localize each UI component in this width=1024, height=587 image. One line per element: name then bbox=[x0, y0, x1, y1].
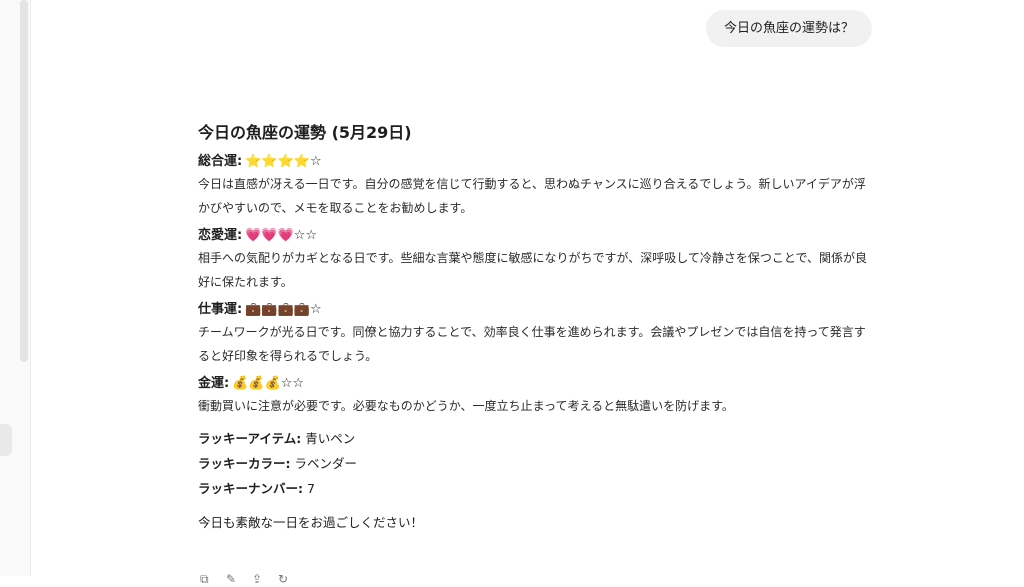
lucky-label: ラッキーナンバー: bbox=[198, 481, 303, 496]
sidebar bbox=[0, 0, 31, 576]
assistant-response: 今日の魚座の運勢 (5月29日) 総合運: ⭐⭐⭐⭐☆ 今日は直感が冴える一日です… bbox=[198, 121, 870, 535]
star-rating: ⭐⭐⭐⭐☆ bbox=[245, 154, 322, 169]
lucky-number: ラッキーナンバー: 7 bbox=[198, 476, 870, 501]
lucky-label: ラッキーアイテム: bbox=[198, 431, 302, 446]
fortune-section-overall: 総合運: ⭐⭐⭐⭐☆ 今日は直感が冴える一日です。自分の感覚を信じて行動すると、思… bbox=[198, 153, 870, 220]
lucky-value: 7 bbox=[303, 481, 315, 496]
section-label: 総合運: bbox=[198, 154, 243, 169]
sidebar-scrollbar[interactable] bbox=[20, 0, 28, 362]
section-label: 金運: bbox=[198, 376, 230, 391]
edit-icon[interactable]: ✎ bbox=[226, 572, 242, 586]
share-icon[interactable]: ⇪ bbox=[252, 572, 268, 586]
section-text: チームワークが光る日です。同僚と協力することで、効率良く仕事を進められます。会議… bbox=[198, 325, 866, 363]
moneybag-rating: 💰💰💰☆☆ bbox=[232, 376, 305, 391]
user-message-bubble: 今日の魚座の運勢は？ bbox=[705, 10, 872, 47]
lucky-value: 青いペン bbox=[301, 431, 356, 446]
section-label: 恋愛運: bbox=[198, 228, 243, 243]
response-title: 今日の魚座の運勢 (5月29日) bbox=[198, 123, 412, 142]
section-text: 衝動買いに注意が必要です。必要なものかどうか、一度立ち止まって考えると無駄遣いを… bbox=[198, 399, 734, 413]
heart-rating: 💗💗💗☆☆ bbox=[245, 228, 318, 243]
section-text: 今日は直感が冴える一日です。自分の感覚を信じて行動すると、思わぬチャンスに巡り合… bbox=[198, 177, 866, 215]
closing-message: 今日も素敵な一日をお過ごしください！ bbox=[198, 515, 424, 530]
lucky-item: ラッキーアイテム: 青いペン bbox=[198, 426, 870, 451]
lucky-label: ラッキーカラー: bbox=[198, 456, 291, 471]
lucky-value: ラベンダー bbox=[290, 456, 357, 471]
response-actions: ⧉ ✎ ⇪ ↻ bbox=[200, 568, 304, 586]
briefcase-rating: 💼💼💼💼☆ bbox=[245, 302, 322, 317]
lucky-color: ラッキーカラー: ラベンダー bbox=[198, 451, 870, 476]
fortune-section-money: 金運: 💰💰💰☆☆ 衝動買いに注意が必要です。必要なものかどうか、一度立ち止まって… bbox=[198, 375, 870, 418]
copy-icon[interactable]: ⧉ bbox=[200, 572, 216, 586]
lucky-list: ラッキーアイテム: 青いペン ラッキーカラー: ラベンダー ラッキーナンバー: … bbox=[198, 426, 870, 501]
fortune-section-work: 仕事運: 💼💼💼💼☆ チームワークが光る日です。同僚と協力することで、効率良く仕事… bbox=[198, 301, 870, 368]
sidebar-toggle-tab[interactable] bbox=[0, 424, 12, 456]
section-label: 仕事運: bbox=[198, 302, 243, 317]
regenerate-icon[interactable]: ↻ bbox=[278, 572, 294, 586]
fortune-section-love: 恋愛運: 💗💗💗☆☆ 相手への気配りがカギとなる日です。些細な言葉や態度に敏感にな… bbox=[198, 227, 870, 294]
section-text: 相手への気配りがカギとなる日です。些細な言葉や態度に敏感になりがちですが、深呼吸… bbox=[198, 251, 868, 289]
